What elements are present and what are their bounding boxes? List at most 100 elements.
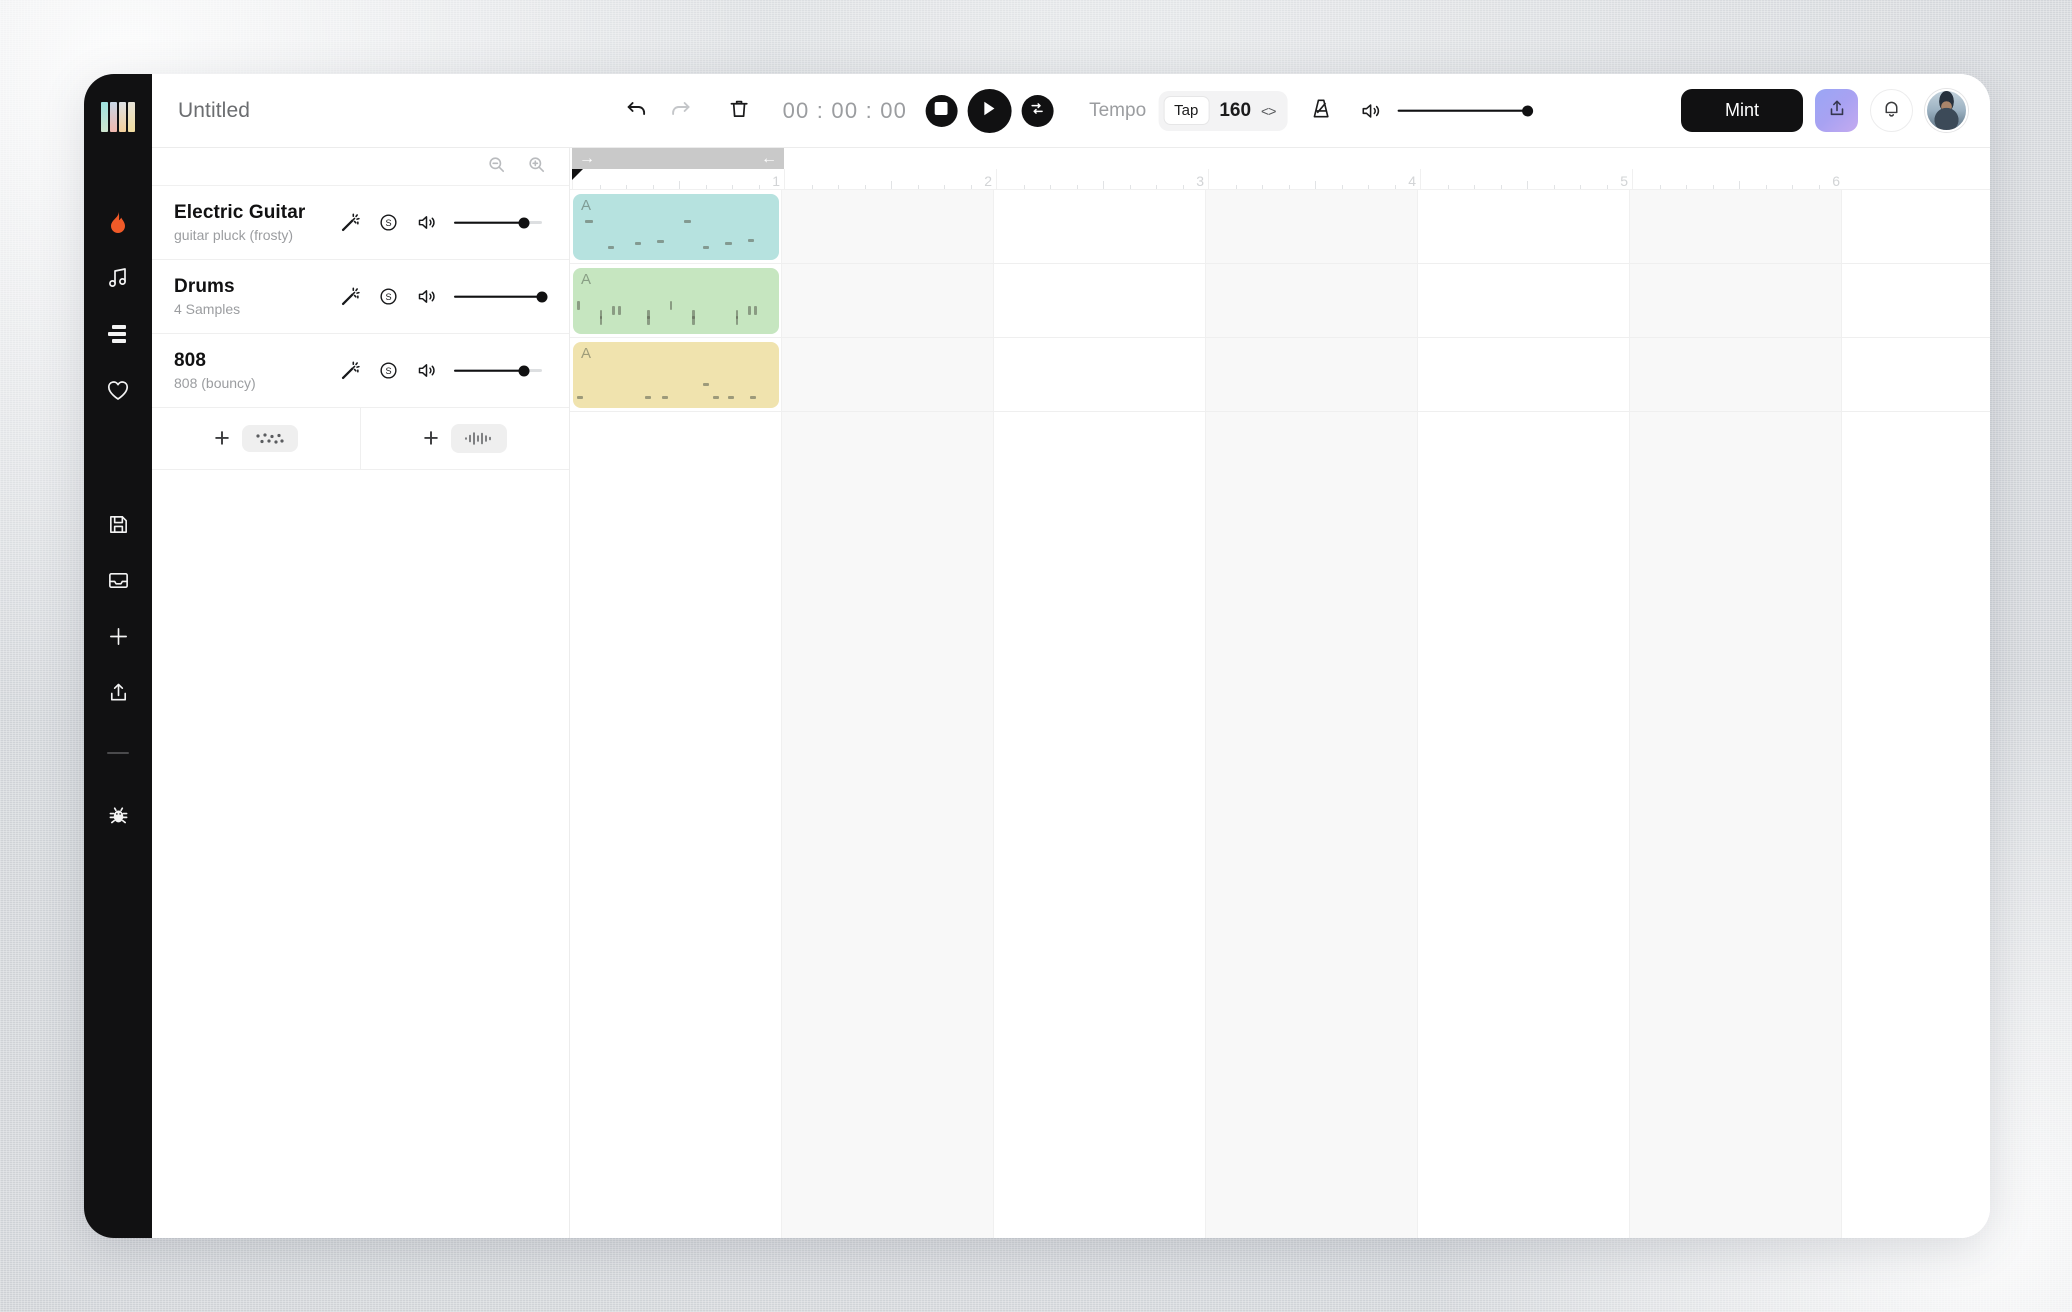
clip[interactable]: A: [573, 194, 779, 260]
ruler-segment: 5: [1420, 169, 1632, 190]
midi-note: [748, 239, 754, 242]
workspace: Electric Guitarguitar pluck (frosty)SDru…: [152, 148, 1990, 1238]
redo-arrow-icon: [669, 96, 693, 125]
sidebar-item-new[interactable]: [92, 608, 144, 664]
solo-button[interactable]: S: [374, 209, 402, 237]
track-row[interactable]: 808808 (bouncy) S: [152, 334, 569, 408]
midi-note: [736, 316, 738, 325]
loop-handle-right-icon[interactable]: ←: [761, 150, 777, 168]
clip[interactable]: A: [573, 342, 779, 408]
sidebar-item-export[interactable]: [92, 664, 144, 720]
magic-wand-icon[interactable]: [336, 357, 364, 385]
tap-tempo-button[interactable]: Tap: [1163, 96, 1209, 125]
track-list-panel: Electric Guitarguitar pluck (frosty)SDru…: [152, 148, 570, 1238]
redo-button[interactable]: [659, 89, 703, 133]
left-sidebar: [84, 74, 152, 1238]
plus-icon: +: [423, 425, 439, 452]
transport-controls: 00 : 00 : 00: [615, 89, 1528, 133]
track-name: Drums: [174, 276, 334, 298]
clip[interactable]: A: [573, 268, 779, 334]
midi-note: [645, 396, 651, 399]
track-volume-slider[interactable]: [454, 364, 542, 378]
play-button[interactable]: [967, 89, 1011, 133]
loop-button[interactable]: [1021, 95, 1053, 127]
bug-icon: [107, 803, 130, 826]
audio-waveform-icon: [451, 424, 507, 453]
track-volume-slider[interactable]: [454, 290, 542, 304]
magic-wand-icon[interactable]: [336, 283, 364, 311]
timeline-canvas[interactable]: → ← 123456 AAA: [570, 148, 1990, 1238]
bar-number: 1: [772, 173, 780, 189]
playhead[interactable]: [572, 169, 583, 180]
bpm-stepper-icon[interactable]: <>: [1261, 103, 1275, 119]
midi-note: [692, 316, 694, 325]
speaker-waves-icon[interactable]: [412, 283, 440, 311]
sidebar-item-flame[interactable]: [92, 194, 144, 250]
master-volume-slider[interactable]: [1397, 104, 1527, 118]
midi-note: [725, 242, 731, 245]
clip-label: A: [581, 197, 591, 214]
music-note-icon: [106, 266, 130, 290]
midi-note: [618, 306, 620, 315]
sidebar-item-music[interactable]: [92, 250, 144, 306]
track-name: Electric Guitar: [174, 202, 334, 224]
delete-button[interactable]: [717, 89, 761, 133]
notifications-button[interactable]: [1870, 89, 1913, 132]
tempo-section: Tempo Tap 160 <>: [1089, 89, 1527, 133]
sidebar-item-sounds[interactable]: [92, 306, 144, 362]
solo-button[interactable]: S: [374, 283, 402, 311]
track-volume-slider[interactable]: [454, 216, 542, 230]
loop-handle-left-icon[interactable]: →: [579, 150, 595, 168]
zoom-out-button[interactable]: [483, 154, 509, 180]
loop-repeat-icon: [1029, 100, 1046, 122]
zoom-in-button[interactable]: [523, 154, 549, 180]
piano-keys-logo[interactable]: [101, 98, 135, 132]
zoom-controls: [152, 148, 569, 186]
floppy-disk-icon: [107, 513, 130, 536]
midi-dots-icon: [242, 425, 298, 452]
midi-note: [647, 316, 649, 325]
tempo-control: Tap 160 <>: [1158, 91, 1287, 131]
speaker-waves-icon[interactable]: [412, 357, 440, 385]
magic-wand-icon[interactable]: [336, 209, 364, 237]
bar-number: 6: [1832, 173, 1840, 189]
loop-region[interactable]: → ←: [572, 148, 784, 169]
project-title[interactable]: Untitled: [178, 99, 250, 123]
master-volume-icon[interactable]: [1355, 96, 1385, 126]
sidebar-item-inbox[interactable]: [92, 552, 144, 608]
track-row[interactable]: Drums4 SamplesS: [152, 260, 569, 334]
ruler-segment: 1: [572, 169, 784, 190]
avatar[interactable]: [1925, 89, 1968, 132]
add-audio-track-button[interactable]: +: [360, 408, 569, 469]
timeline-lane[interactable]: A: [570, 338, 1990, 412]
plus-icon: +: [214, 425, 230, 452]
bpm-value[interactable]: 160: [1219, 100, 1251, 122]
plus-icon: [107, 625, 130, 648]
track-row[interactable]: Electric Guitar guitar pluck (frosty) S: [152, 186, 569, 260]
mint-button[interactable]: Mint: [1681, 89, 1803, 132]
share-upload-icon: [1827, 98, 1847, 123]
add-midi-track-button[interactable]: +: [152, 408, 360, 469]
master-volume: [1355, 96, 1527, 126]
loop-bar[interactable]: → ←: [570, 148, 1990, 169]
undo-button[interactable]: [615, 89, 659, 133]
midi-note: [754, 306, 756, 315]
metronome-button[interactable]: [1299, 89, 1343, 133]
track-controls: S: [336, 357, 542, 385]
track-info: 808808 (bouncy): [174, 350, 334, 391]
sidebar-item-save[interactable]: [92, 496, 144, 552]
track-subtitle: 808 (bouncy): [174, 375, 334, 391]
sidebar-item-bug[interactable]: [92, 786, 144, 842]
timeline-lane[interactable]: A: [570, 190, 1990, 264]
stop-button[interactable]: [925, 95, 957, 127]
solo-button[interactable]: S: [374, 357, 402, 385]
timeline-lane[interactable]: A: [570, 264, 1990, 338]
trash-icon: [727, 97, 750, 125]
share-button[interactable]: [1815, 89, 1858, 132]
sidebar-item-favorites[interactable]: [92, 362, 144, 418]
bar-ruler[interactable]: 123456: [570, 169, 1990, 190]
share-upload-icon: [107, 681, 130, 704]
track-subtitle: guitar pluck (frosty): [174, 227, 334, 243]
midi-note: [684, 220, 691, 223]
speaker-waves-icon[interactable]: [412, 209, 440, 237]
